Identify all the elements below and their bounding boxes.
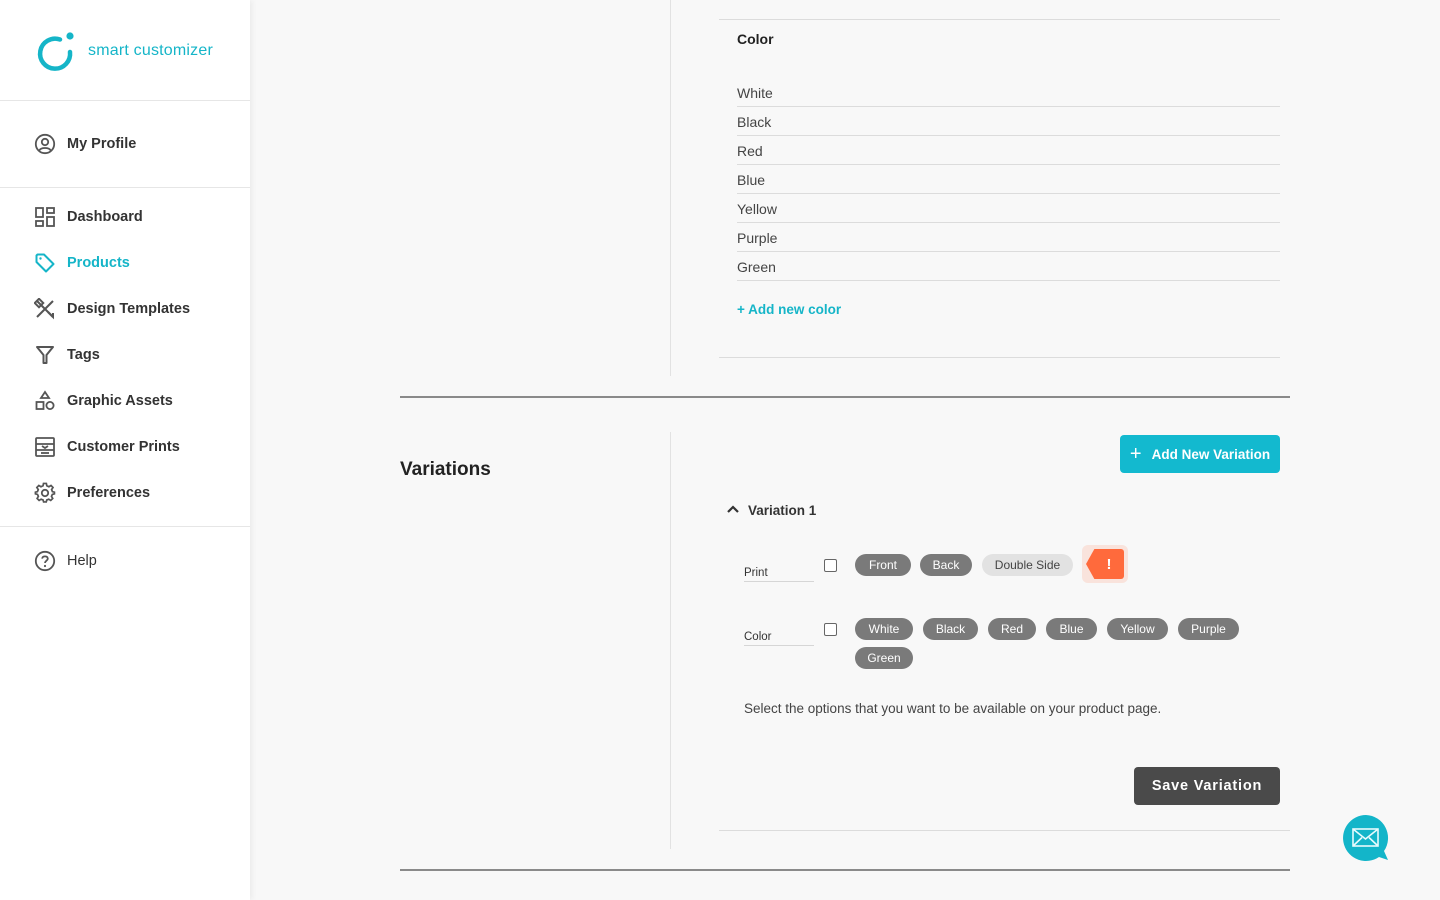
chip-double-side[interactable]: Double Side (982, 554, 1073, 576)
sidebar-item-label: Design Templates (67, 301, 191, 317)
chat-button[interactable] (1342, 814, 1390, 862)
design-tools-icon (34, 298, 56, 320)
chip-purple[interactable]: Purple (1178, 618, 1239, 640)
color-option-row[interactable]: Green (737, 252, 1280, 281)
filter-icon (34, 344, 56, 366)
warning-icon: ! (1086, 549, 1124, 579)
main-content: Color White Black Red Blue Yellow Purple… (250, 0, 1440, 900)
sidebar-divider (0, 526, 250, 527)
add-new-color-link[interactable]: + Add new color (737, 302, 841, 317)
chevron-up-icon (726, 501, 740, 519)
help-circle-icon (34, 550, 56, 572)
option-label-print: Print (744, 567, 814, 582)
variation-title: Variation 1 (748, 502, 817, 518)
tag-icon (34, 252, 56, 274)
sidebar-item-my-profile[interactable]: My Profile (34, 132, 136, 156)
sidebar-item-design-templates[interactable]: Design Templates (34, 297, 190, 321)
logo[interactable]: smart customizer (36, 30, 213, 72)
color-option-row[interactable]: Red (737, 136, 1280, 165)
mail-chat-icon (1343, 815, 1389, 861)
button-label: Add New Variation (1151, 446, 1271, 462)
sidebar-item-graphic-assets[interactable]: Graphic Assets (34, 389, 173, 413)
sidebar-item-products[interactable]: Products (34, 251, 130, 275)
logo-mark-icon (36, 30, 76, 72)
column-divider (670, 0, 671, 376)
column-divider (670, 432, 671, 849)
section-divider (719, 357, 1280, 358)
chip-red[interactable]: Red (988, 618, 1036, 640)
warning-badge[interactable]: ! (1082, 545, 1128, 583)
sidebar-item-dashboard[interactable]: Dashboard (34, 205, 143, 229)
sidebar-item-label: Preferences (67, 485, 151, 501)
variation-1-toggle[interactable]: Variation 1 (726, 501, 816, 519)
plus-icon: + (1129, 443, 1142, 465)
color-option-row[interactable]: Purple (737, 223, 1280, 252)
color-option-row[interactable]: White (737, 78, 1280, 107)
sidebar-item-label: Dashboard (67, 209, 143, 225)
sidebar-item-customer-prints[interactable]: Customer Prints (34, 435, 180, 459)
print-select-all-checkbox[interactable] (824, 559, 837, 572)
color-select-all-checkbox[interactable] (824, 623, 837, 636)
user-circle-icon (34, 133, 56, 155)
sidebar: smart customizer My Profile Dashboard Pr… (0, 0, 250, 900)
gear-icon (34, 482, 56, 504)
color-option-row[interactable]: Blue (737, 165, 1280, 194)
section-separator (400, 869, 1290, 871)
chip-green[interactable]: Green (855, 647, 913, 669)
variations-title: Variations (400, 459, 491, 480)
chip-back[interactable]: Back (920, 554, 972, 576)
variation-hint: Select the options that you want to be a… (744, 701, 1162, 716)
sidebar-item-label: Tags (67, 347, 100, 363)
sidebar-divider (0, 100, 250, 101)
sidebar-item-tags[interactable]: Tags (34, 343, 100, 367)
shapes-icon (34, 390, 56, 412)
chip-blue[interactable]: Blue (1046, 618, 1097, 640)
chip-black[interactable]: Black (923, 618, 978, 640)
sidebar-item-label: Customer Prints (67, 439, 180, 455)
chip-front[interactable]: Front (855, 554, 911, 576)
save-variation-button[interactable]: Save Variation (1134, 767, 1280, 805)
option-label-color: Color (744, 631, 814, 646)
chip-white[interactable]: White (855, 618, 913, 640)
sidebar-item-preferences[interactable]: Preferences (34, 481, 150, 505)
chip-yellow[interactable]: Yellow (1107, 618, 1168, 640)
sidebar-item-label: Products (67, 255, 130, 271)
section-separator (400, 396, 1290, 398)
section-divider (719, 830, 1290, 831)
section-divider (719, 19, 1280, 20)
prints-icon (34, 436, 56, 458)
sidebar-item-label: Help (67, 553, 97, 569)
sidebar-item-label: My Profile (67, 136, 137, 152)
sidebar-item-help[interactable]: Help (34, 549, 97, 573)
color-option-row[interactable]: Yellow (737, 194, 1280, 223)
sidebar-divider (0, 187, 250, 188)
sidebar-item-label: Graphic Assets (67, 393, 173, 409)
dashboard-icon (34, 206, 56, 228)
color-option-row[interactable]: Black (737, 107, 1280, 136)
color-options-heading: Color (737, 31, 774, 47)
add-new-variation-button[interactable]: + Add New Variation (1120, 435, 1280, 473)
brand-name: smart customizer (88, 42, 213, 59)
